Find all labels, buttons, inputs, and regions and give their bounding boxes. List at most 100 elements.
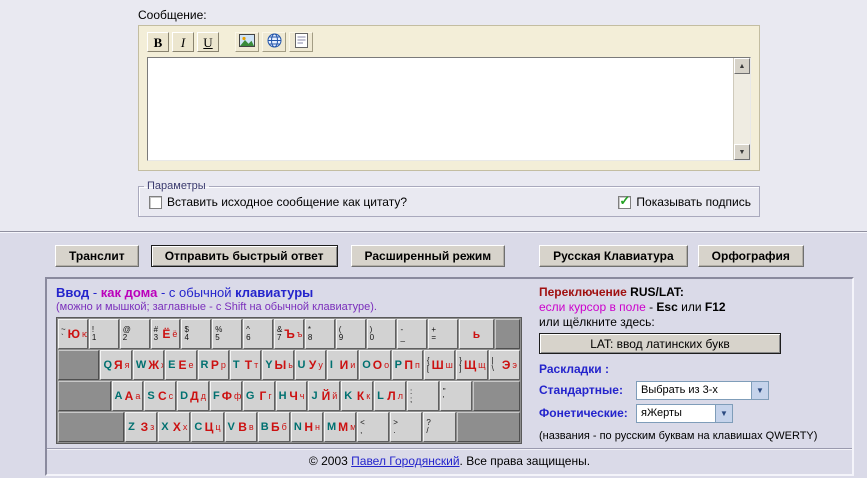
send-quick-reply-button[interactable]: Отправить быстрый ответ bbox=[150, 245, 338, 267]
actions-row: Транслит Отправить быстрый ответ Расшире… bbox=[55, 245, 867, 267]
keyboard-key[interactable]: IИи bbox=[326, 350, 359, 380]
keyboard-key[interactable]: LЛл bbox=[374, 381, 406, 411]
copyright-footer: © 2003 Павел Городянский. Все права защи… bbox=[47, 448, 852, 474]
keyboard-key[interactable]: BБб bbox=[257, 412, 290, 442]
keyboard-key[interactable]: $4 bbox=[181, 319, 212, 349]
keyboard-key[interactable]: ZЗз bbox=[125, 412, 158, 442]
message-textarea-wrap: ▲ ▼ bbox=[147, 57, 751, 161]
keyboard-key[interactable]: FФф bbox=[209, 381, 242, 411]
virtual-keyboard[interactable]: ~`Юю!1@2#3Ёё$4%5^6&7Ъъ*8(9)0-_+=ьQЯяWЖжE… bbox=[56, 317, 522, 444]
keyboard-key[interactable]: TТт bbox=[229, 350, 262, 380]
keyboard-filler-key bbox=[456, 412, 521, 442]
italic-button[interactable]: I bbox=[172, 32, 194, 52]
keyboard-key[interactable]: ~`Юю bbox=[58, 319, 88, 349]
keyboard-panel-columns: Ввод - как дома - с обычной клавиатуры (… bbox=[47, 279, 852, 448]
keyboard-key[interactable]: UУу bbox=[294, 350, 326, 380]
phonetic-layout-row: Фонетические: яЖерты ▼ bbox=[539, 404, 844, 423]
translit-button[interactable]: Транслит bbox=[55, 245, 139, 267]
keyboard-key[interactable]: YЫы bbox=[262, 350, 294, 380]
keyboard-filler-key bbox=[58, 350, 100, 380]
arrow-down-icon: ▼ bbox=[738, 148, 746, 156]
insert-link-button[interactable] bbox=[262, 32, 286, 52]
show-signature-option[interactable]: ✓ Показывать подпись bbox=[618, 193, 751, 209]
keyboard-key[interactable]: PПп bbox=[391, 350, 423, 380]
keyboard-filler-key bbox=[58, 381, 111, 411]
quote-original-option[interactable]: Вставить исходное сообщение как цитату? bbox=[149, 195, 407, 209]
keyboard-key[interactable]: SСс bbox=[144, 381, 177, 411]
keyboard-key[interactable]: QЯя bbox=[100, 350, 132, 380]
keyboard-key[interactable]: #3 Ёё bbox=[150, 319, 181, 349]
keyboard-key[interactable]: (9 bbox=[335, 319, 366, 349]
keyboard-key[interactable]: NНн bbox=[290, 412, 323, 442]
message-form-section: Сообщение: B I U ▲ ▼ Параметры Вставить … bbox=[0, 0, 867, 231]
params-legend: Параметры bbox=[147, 180, 206, 192]
keyboard-row: A Аа S Сс D Дд F Фф G Гг H Чч J Йй K Кк L Лл:; " ' bbox=[58, 381, 520, 411]
chevron-down-icon[interactable]: ▼ bbox=[751, 382, 768, 399]
keyboard-filler-key bbox=[494, 319, 520, 349]
keyboard-key[interactable]: @2 bbox=[119, 319, 150, 349]
keyboard-key[interactable]: % 5 bbox=[212, 319, 243, 349]
keyboard-tool-section: Транслит Отправить быстрый ответ Расшире… bbox=[0, 231, 867, 478]
phonetic-layout-select[interactable]: яЖерты ▼ bbox=[636, 404, 733, 423]
keyboard-key[interactable]: " ' bbox=[439, 381, 472, 411]
keyboard-filler-key bbox=[472, 381, 520, 411]
quote-original-checkbox[interactable] bbox=[149, 195, 162, 209]
insert-image-button[interactable] bbox=[235, 32, 259, 52]
show-signature-label: Показывать подпись bbox=[636, 195, 751, 209]
textarea-scrollbar[interactable]: ▲ ▼ bbox=[733, 58, 750, 160]
lat-toggle-button[interactable]: LAT: ввод латинских букв bbox=[539, 333, 781, 354]
keyboard-key[interactable]: EЕе bbox=[165, 350, 197, 380]
keyboard-key[interactable]: - _ bbox=[397, 319, 428, 349]
keyboard-key[interactable]: ! 1 bbox=[88, 319, 119, 349]
standard-layout-select[interactable]: Выбрать из 3-х ▼ bbox=[636, 381, 769, 400]
keyboard-key[interactable]: * 8 bbox=[304, 319, 335, 349]
keyboard-row: ~`Юю!1@2#3Ёё$4%5^6&7Ъъ*8(9)0-_+=ь bbox=[58, 319, 520, 349]
keyboard-key[interactable]: <, bbox=[357, 412, 390, 442]
standard-layout-label: Стандартные: bbox=[539, 383, 623, 397]
keyboard-key[interactable]: ) 0 bbox=[366, 319, 397, 349]
keyboard-key[interactable]: >. bbox=[390, 412, 423, 442]
message-textarea[interactable] bbox=[148, 58, 733, 160]
keyboard-key[interactable]: ь bbox=[459, 319, 494, 349]
keyboard-key[interactable]: OОо bbox=[359, 350, 391, 380]
show-signature-checkbox[interactable]: ✓ bbox=[618, 193, 632, 209]
spelling-button[interactable]: Орфография bbox=[697, 245, 804, 267]
underline-button[interactable]: U bbox=[197, 32, 219, 52]
keyboard-key[interactable]: KКк bbox=[341, 381, 374, 411]
chevron-down-icon[interactable]: ▼ bbox=[715, 405, 732, 422]
keyboard-key[interactable]: MМм bbox=[323, 412, 357, 442]
keyboard-title: Ввод - как дома - с обычной клавиатуры bbox=[56, 285, 314, 300]
phonetic-layout-value: яЖерты bbox=[641, 407, 682, 419]
layouts-title: Раскладки : bbox=[539, 362, 609, 376]
keyboard-key[interactable]: DДд bbox=[177, 381, 209, 411]
author-link[interactable]: Павел Городянский bbox=[351, 454, 459, 468]
keyboard-key[interactable]: JЙй bbox=[308, 381, 341, 411]
quick-reply-page: Сообщение: B I U ▲ ▼ Параметры Вставить … bbox=[0, 0, 867, 478]
keyboard-panel: Ввод - как дома - с обычной клавиатуры (… bbox=[45, 277, 854, 476]
keyboard-key[interactable]: }] Щщ bbox=[456, 350, 488, 380]
keyboard-key[interactable]: CЦц bbox=[191, 412, 224, 442]
keyboard-filler-key bbox=[58, 412, 125, 442]
scrollbar-track[interactable] bbox=[734, 74, 750, 144]
keyboard-key[interactable]: {[Шш bbox=[423, 350, 456, 380]
bold-button[interactable]: B bbox=[147, 32, 169, 52]
quote-button[interactable] bbox=[289, 32, 313, 52]
keyboard-key[interactable]: | \ Ээ bbox=[488, 350, 520, 380]
extended-mode-button[interactable]: Расширенный режим bbox=[350, 245, 506, 267]
keyboard-key[interactable]: :; bbox=[406, 381, 439, 411]
russian-keyboard-button[interactable]: Русская Клавиатура bbox=[539, 245, 688, 267]
keyboard-key[interactable]: XХх bbox=[158, 412, 191, 442]
keyboard-key[interactable]: & 7 Ъъ bbox=[274, 319, 304, 349]
keyboard-key[interactable]: RРр bbox=[197, 350, 229, 380]
scroll-down-button[interactable]: ▼ bbox=[734, 144, 750, 160]
keyboard-key[interactable]: HЧч bbox=[275, 381, 308, 411]
keyboard-key[interactable]: GГг bbox=[242, 381, 275, 411]
keyboard-key[interactable]: ? / bbox=[423, 412, 456, 442]
keyboard-key[interactable]: WЖж bbox=[132, 350, 165, 380]
keyboard-key[interactable]: ^ 6 bbox=[243, 319, 274, 349]
keyboard-key[interactable]: AАа bbox=[111, 381, 144, 411]
keyboard-key[interactable]: VВв bbox=[224, 412, 257, 442]
scroll-up-button[interactable]: ▲ bbox=[734, 58, 750, 74]
keyboard-key[interactable]: + = bbox=[428, 319, 459, 349]
message-label: Сообщение: bbox=[138, 8, 207, 22]
